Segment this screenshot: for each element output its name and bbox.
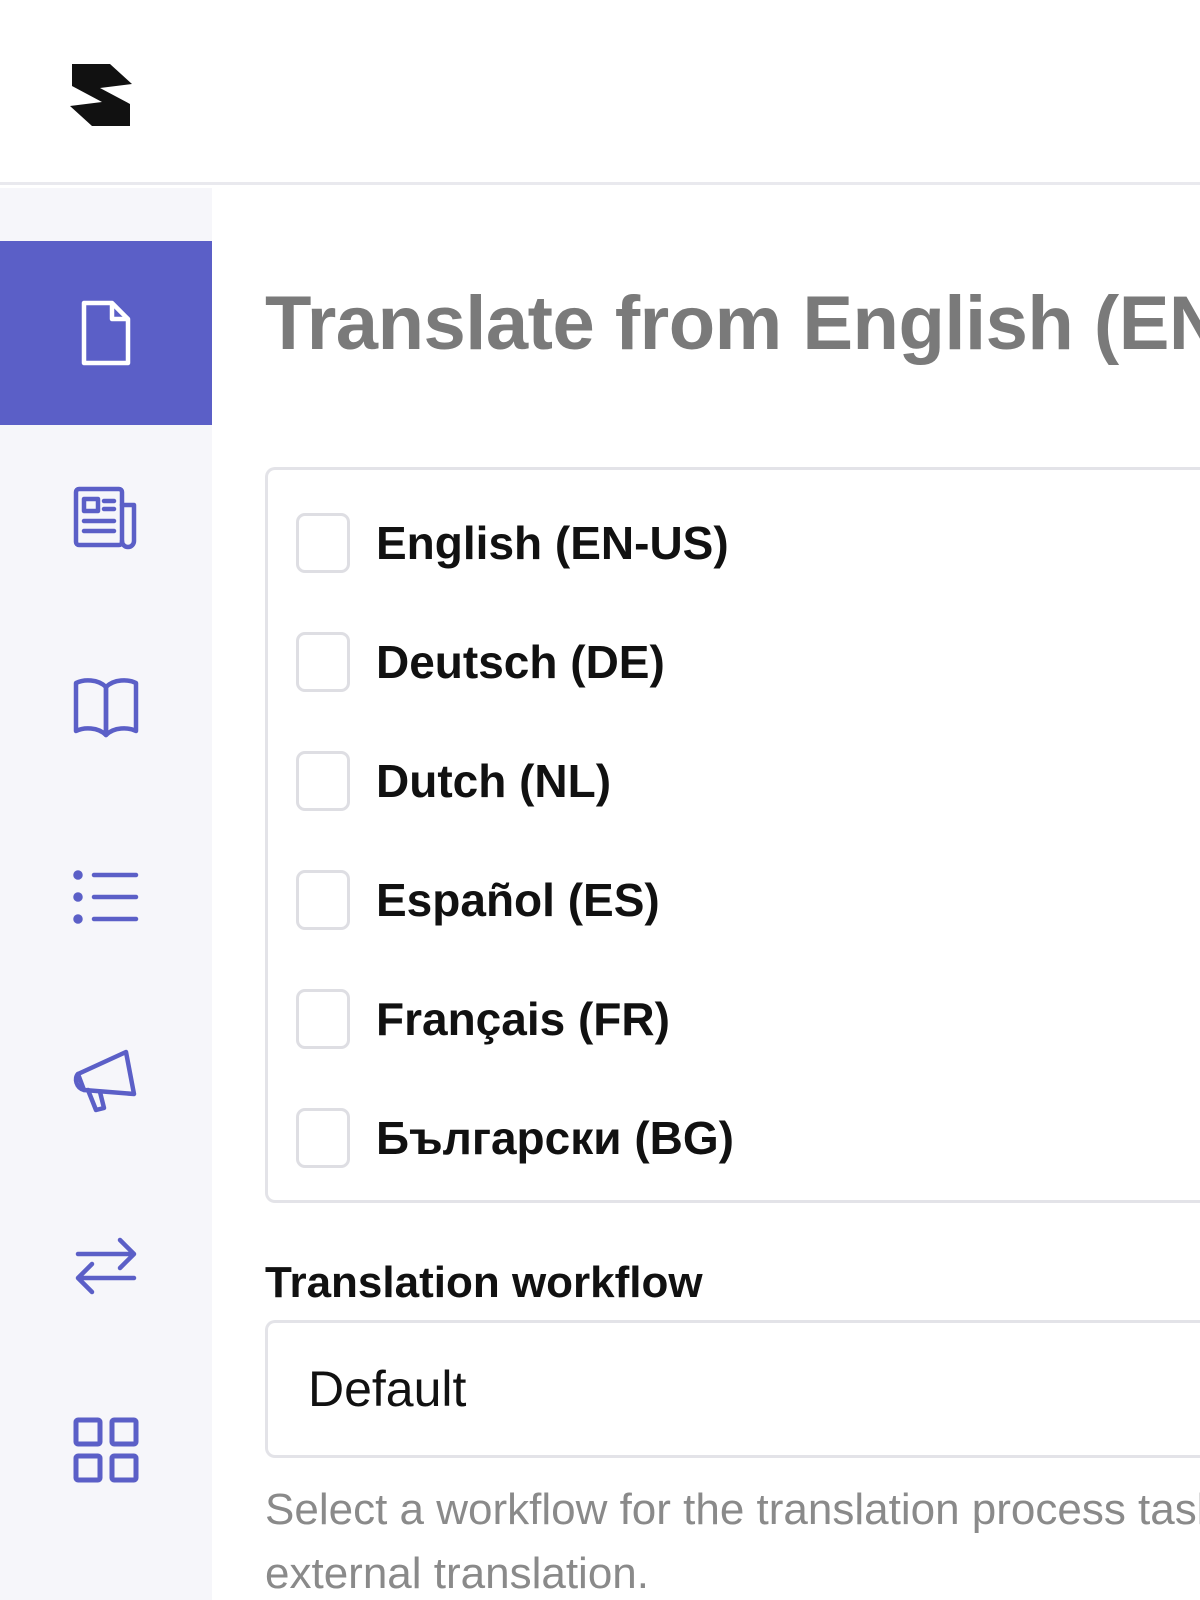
sidebar-item-translations[interactable] [0, 1174, 212, 1358]
language-label: English (EN-US) [376, 517, 729, 569]
brand-logo-icon[interactable] [70, 64, 132, 126]
top-bar [0, 0, 1200, 185]
document-icon [81, 300, 131, 366]
language-option-de[interactable]: Deutsch (DE) [296, 632, 665, 692]
sidebar-item-lists[interactable] [0, 805, 212, 989]
sidebar-item-announcements[interactable] [0, 990, 212, 1174]
checkbox-bg[interactable] [296, 1108, 350, 1168]
arrows-swap-icon [75, 1237, 137, 1295]
sidebar [0, 188, 212, 1600]
checkbox-en-us[interactable] [296, 513, 350, 573]
workflow-selected-value: Default [308, 1361, 467, 1417]
language-option-fr[interactable]: Français (FR) [296, 989, 670, 1049]
language-label: Deutsch (DE) [376, 636, 665, 688]
workflow-help-text: Select a workflow for the translation pr… [265, 1485, 1200, 1598]
language-list: English (EN-US) Deutsch (DE) Dutch (NL) … [265, 467, 1200, 1203]
language-option-es[interactable]: Español (ES) [296, 870, 660, 930]
sidebar-item-documents[interactable] [0, 241, 212, 425]
workflow-label: Translation workflow [265, 1258, 703, 1307]
newspaper-icon [73, 486, 137, 550]
workflow-select[interactable]: Default [265, 1320, 1200, 1458]
megaphone-icon [73, 1049, 137, 1113]
language-option-bg[interactable]: Български (BG) [296, 1108, 734, 1168]
language-label: Français (FR) [376, 993, 670, 1045]
sidebar-item-apps[interactable] [0, 1358, 212, 1542]
language-label: Dutch (NL) [376, 755, 612, 807]
language-option-nl[interactable]: Dutch (NL) [296, 751, 611, 811]
checkbox-fr[interactable] [296, 989, 350, 1049]
checkbox-nl[interactable] [296, 751, 350, 811]
language-label: Español (ES) [376, 874, 660, 926]
language-option-en-us[interactable]: English (EN-US) [296, 513, 729, 573]
main-content: Translate from English (EN English (EN-U… [212, 188, 1200, 1600]
sidebar-item-library[interactable] [0, 613, 212, 797]
page-title: Translate from English (EN [265, 281, 1200, 366]
sidebar-item-news[interactable] [0, 425, 212, 609]
checkbox-de[interactable] [296, 632, 350, 692]
grid-icon [73, 1417, 139, 1483]
list-icon [73, 870, 139, 924]
checkbox-es[interactable] [296, 870, 350, 930]
language-label: Български (BG) [376, 1112, 734, 1164]
book-icon [73, 678, 139, 738]
